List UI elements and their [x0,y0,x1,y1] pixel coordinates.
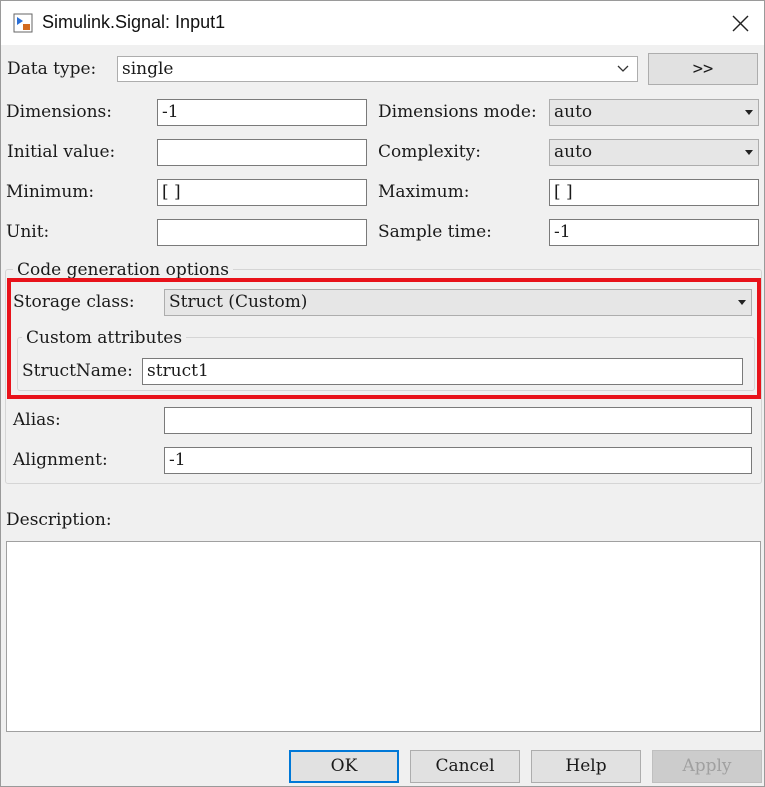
dimensions-mode-dropdown[interactable]: auto [549,99,759,126]
alias-field[interactable] [164,407,752,434]
chevron-down-icon [745,110,753,115]
data-type-label: Data type: [7,59,97,79]
title-bar: Simulink.Signal: Input1 [1,1,764,45]
maximum-label: Maximum: [378,182,470,202]
expand-data-type-button[interactable]: >> [648,53,758,85]
description-label: Description: [6,510,112,530]
sample-time-label: Sample time: [378,222,492,242]
apply-button[interactable]: Apply [652,750,762,783]
window-title: Simulink.Signal: Input1 [42,12,226,32]
initial-value-field[interactable] [157,139,367,166]
dimensions-mode-label: Dimensions mode: [378,102,537,122]
dimensions-field[interactable]: -1 [157,99,367,126]
data-type-combo[interactable]: single [117,56,638,82]
alias-label: Alias: [13,410,61,430]
chevron-down-icon [745,150,753,155]
complexity-value: auto [554,142,593,162]
help-button[interactable]: Help [531,750,641,783]
code-generation-title: Code generation options [13,260,233,280]
maximum-field[interactable]: [ ] [549,179,759,206]
dimensions-mode-value: auto [554,102,593,122]
complexity-dropdown[interactable]: auto [549,139,759,166]
data-type-value: single [122,59,174,79]
initial-value-label: Initial value: [7,142,116,162]
simulink-block-icon [13,13,33,33]
sample-time-field[interactable]: -1 [549,219,759,246]
unit-label: Unit: [6,222,50,242]
minimum-label: Minimum: [6,182,95,202]
unit-field[interactable] [157,219,367,246]
alignment-label: Alignment: [13,450,108,470]
dialog-window: Simulink.Signal: Input1 Data type: singl… [0,0,765,787]
chevron-down-icon [617,65,629,72]
dimensions-label: Dimensions: [6,102,112,122]
alignment-field[interactable]: -1 [164,447,752,474]
highlight-annotation [7,278,761,399]
close-icon[interactable] [723,7,757,39]
description-textarea[interactable] [6,541,761,732]
cancel-button[interactable]: Cancel [410,750,520,783]
complexity-label: Complexity: [378,142,481,162]
minimum-field[interactable]: [ ] [157,179,367,206]
ok-button[interactable]: OK [289,750,399,783]
